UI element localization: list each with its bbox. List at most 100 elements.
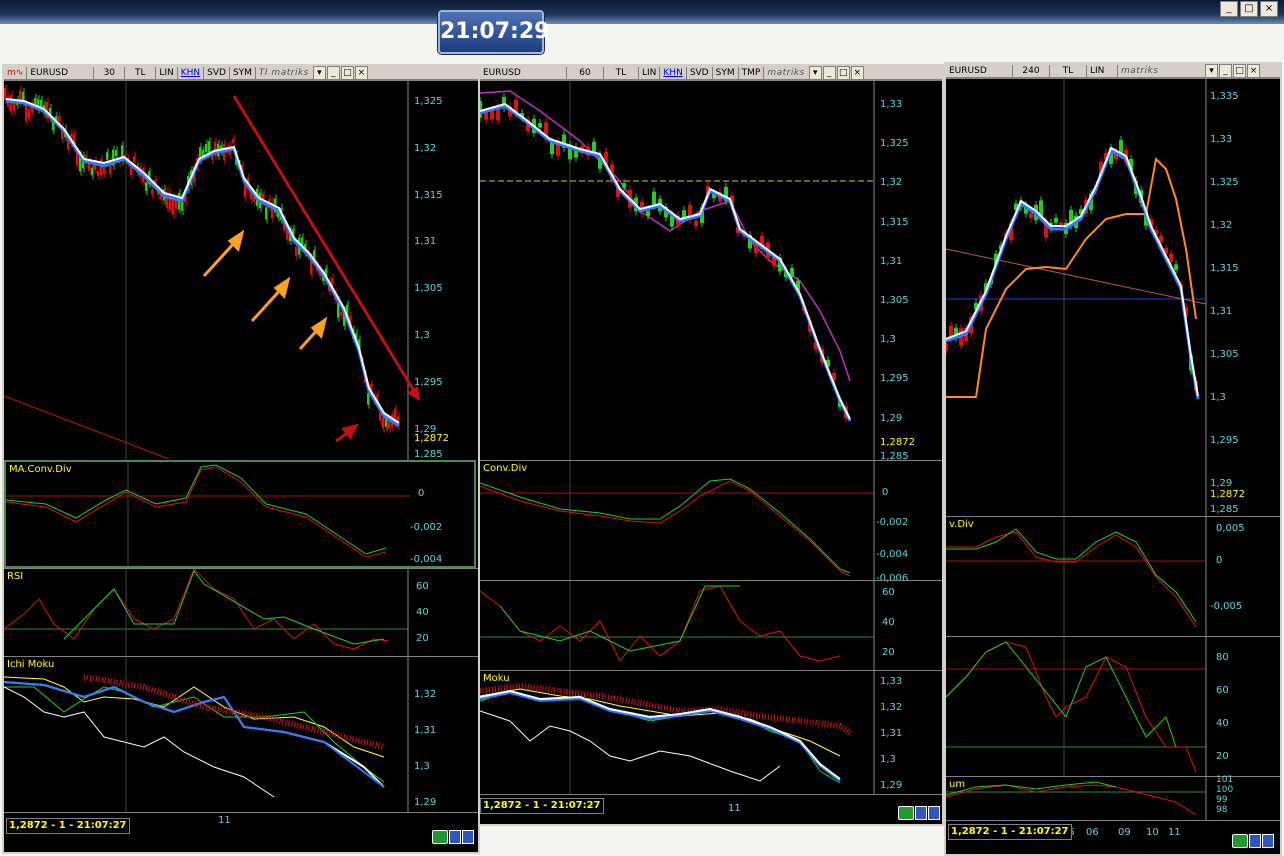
scroll-left-icon[interactable] (449, 830, 461, 844)
period-selector[interactable]: 60 (567, 66, 604, 79)
candle-body (28, 108, 30, 119)
rsi-pane[interactable]: RSI 60 40 20 (4, 568, 478, 657)
momentum-pane[interactable]: um 101 100 99 98 (946, 775, 1280, 821)
momentum-axis: 101 100 99 98 (1216, 775, 1234, 815)
svd-button[interactable]: SVD (204, 66, 230, 79)
khn-button[interactable]: KHN (178, 66, 205, 79)
price-axis: 1,325 1,32 1,315 1,31 1,305 1,3 1,295 1,29 (414, 96, 443, 435)
rsi-pane[interactable]: 80 60 40 20 (946, 636, 1280, 777)
price-pane[interactable]: 1,325 1,32 1,315 1,31 1,305 1,3 1,295 1,29 1,28… (4, 80, 478, 461)
chart-window-30min[interactable]: m∿ EURUSD 30 TL LIN KHN SVD SYM TI matri… (2, 64, 480, 854)
ichimoku-pane[interactable]: Moku 1,33 1,32 1,31 1,3 1,29 (480, 670, 942, 795)
symbol-selector[interactable]: EURUSD (946, 64, 1013, 77)
candle-body (790, 268, 794, 277)
lin-button[interactable]: LIN (1087, 64, 1118, 77)
last-price-label: 1,2872 (880, 437, 915, 448)
period-selector[interactable]: 30 (94, 66, 126, 79)
candle-body (202, 149, 204, 157)
ma-white-line (480, 102, 851, 420)
candle-body (13, 103, 15, 112)
candle-body (295, 246, 297, 257)
scroll-right-icon[interactable] (462, 830, 474, 844)
bottom-arrow (335, 423, 359, 443)
price-pane[interactable]: 1,335 1,33 1,325 1,32 1,315 1,31 1,305 1,3 1,295… (946, 78, 1280, 517)
candle-body (652, 191, 656, 205)
chart-type-icon[interactable]: m∿ (4, 66, 28, 79)
price-chart (480, 81, 875, 461)
refresh-icon[interactable] (898, 806, 914, 820)
chart-window-60min[interactable]: EURUSD 60 TL LIN KHN SVD SYM TMP matriks… (478, 64, 944, 826)
tl-button[interactable]: TL (604, 66, 639, 79)
lin-button[interactable]: LIN (639, 66, 661, 79)
period-selector[interactable]: 240 (1013, 64, 1050, 77)
candle-body (106, 152, 108, 160)
candle-body (1169, 253, 1173, 262)
candle-body (4, 88, 6, 101)
nav-buttons (1232, 834, 1274, 848)
status-readout: 1,2872 - 1 - 21:07:27 (6, 818, 130, 834)
refresh-icon[interactable] (432, 830, 448, 844)
nav-buttons (898, 806, 940, 820)
candle-body (265, 207, 267, 220)
candle-body (592, 141, 596, 152)
scroll-right-icon[interactable] (928, 806, 940, 820)
svd-button[interactable]: SVD (687, 66, 713, 79)
sym-button[interactable]: SYM (230, 66, 256, 79)
minimize-button[interactable]: _ (1220, 1, 1238, 17)
candle-body (946, 343, 948, 351)
tl-button[interactable]: TL (1050, 64, 1087, 77)
scroll-left-icon[interactable] (1249, 834, 1261, 848)
matriks-logo: TI matriks (258, 67, 309, 78)
price-pane[interactable]: 1,33 1,325 1,32 1,315 1,31 1,305 1,3 1,295 1,29 … (480, 80, 942, 462)
candle-body (484, 112, 488, 120)
ma-blue-line (946, 148, 1200, 400)
chart-window-240min[interactable]: EURUSD 240 TL LIN matriks ▾ _ □ × 1,335 1… (944, 62, 1282, 856)
candle-body (340, 311, 342, 316)
candle-body (151, 189, 153, 195)
khn-button[interactable]: KHN (660, 66, 687, 79)
macd-pane[interactable]: v.Div 0,005 0 -0,005 (946, 516, 1280, 637)
tl-button[interactable]: TL (125, 66, 157, 79)
scroll-right-icon[interactable] (1262, 834, 1274, 848)
dropdown-icon[interactable]: ▾ (808, 66, 822, 80)
macd-pane[interactable]: MA.Conv.Div 0 -0,002 -0,004 (4, 460, 476, 568)
sym-button[interactable]: SYM (713, 66, 739, 79)
ma-white-line (5, 98, 400, 424)
restore-icon[interactable]: □ (836, 66, 850, 80)
status-readout: 1,2872 - 1 - 21:07:27 (480, 798, 604, 814)
minimize-icon[interactable]: _ (326, 66, 340, 80)
price-chart (4, 81, 420, 461)
candle-body (367, 393, 369, 405)
scroll-left-icon[interactable] (915, 806, 927, 820)
close-icon[interactable]: × (354, 66, 368, 80)
candlesticks (946, 136, 1198, 395)
chart-toolbar: EURUSD 60 TL LIN KHN SVD SYM TMP matriks… (480, 66, 942, 80)
ma-orange-line (946, 156, 1197, 398)
macd-pane[interactable]: Conv.Div 0 -0,002 -0,004 -0,006 (480, 460, 942, 584)
last-price-label: 1,2872 (414, 433, 449, 444)
refresh-icon[interactable] (1232, 834, 1248, 848)
matriks-logo: matriks (1121, 65, 1159, 76)
symbol-selector[interactable]: EURUSD (27, 66, 95, 79)
chart-toolbar: m∿ EURUSD 30 TL LIN KHN SVD SYM TI matri… (4, 66, 478, 80)
ichimoku-pane[interactable]: Ichi Moku 1,32 1,31 1,3 1,29 (4, 656, 478, 813)
lin-button[interactable]: LIN (156, 66, 178, 79)
close-icon[interactable]: × (850, 66, 864, 80)
restore-icon[interactable]: □ (340, 66, 354, 80)
close-icon[interactable]: × (1247, 64, 1260, 78)
window-controls: _ □ × (1220, 1, 1278, 17)
app-titlebar: _ □ × (0, 0, 1284, 24)
maximize-button[interactable]: □ (1240, 1, 1258, 17)
tmp-button[interactable]: TMP (739, 66, 765, 79)
dropdown-icon[interactable]: ▾ (312, 66, 326, 80)
close-button[interactable]: × (1260, 1, 1278, 17)
symbol-selector[interactable]: EURUSD (480, 66, 567, 79)
candle-body (133, 156, 135, 163)
candle-body (232, 138, 234, 144)
minimize-icon[interactable]: _ (822, 66, 836, 80)
rsi-pane[interactable]: 60 40 20 (480, 580, 942, 671)
candle-body (145, 182, 147, 192)
candle-body (205, 143, 207, 153)
matriks-logo: matriks (767, 67, 805, 78)
candle-body (480, 101, 482, 118)
